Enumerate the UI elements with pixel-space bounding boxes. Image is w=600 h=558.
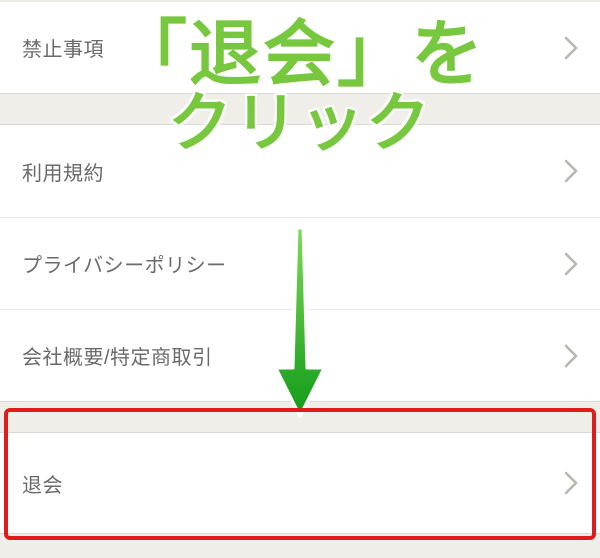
chevron-right-icon: [564, 159, 578, 183]
settings-group-1: 禁止事項: [0, 0, 600, 94]
chevron-right-icon: [564, 344, 578, 368]
settings-group-3: 退会: [0, 432, 600, 534]
section-gap: [0, 402, 600, 432]
menu-item-label: 会社概要/特定商取引: [22, 341, 213, 370]
chevron-right-icon: [564, 36, 578, 60]
menu-item-terms[interactable]: 利用規約: [0, 125, 600, 217]
menu-item-withdraw[interactable]: 退会: [0, 433, 600, 533]
menu-item-label: 利用規約: [22, 157, 104, 186]
menu-item-company[interactable]: 会社概要/特定商取引: [0, 309, 600, 401]
menu-item-label: プライバシーポリシー: [22, 249, 227, 278]
chevron-right-icon: [564, 252, 578, 276]
settings-group-2: 利用規約 プライバシーポリシー 会社概要/特定商取引: [0, 124, 600, 402]
menu-item-privacy[interactable]: プライバシーポリシー: [0, 217, 600, 309]
menu-item-label: 禁止事項: [22, 33, 104, 62]
menu-item-prohibited[interactable]: 禁止事項: [0, 1, 600, 93]
chevron-right-icon: [564, 471, 578, 495]
settings-list: 禁止事項 利用規約 プライバシーポリシー 会社概要/特定商取引: [0, 0, 600, 534]
menu-item-label: 退会: [22, 469, 63, 498]
section-gap: [0, 94, 600, 124]
